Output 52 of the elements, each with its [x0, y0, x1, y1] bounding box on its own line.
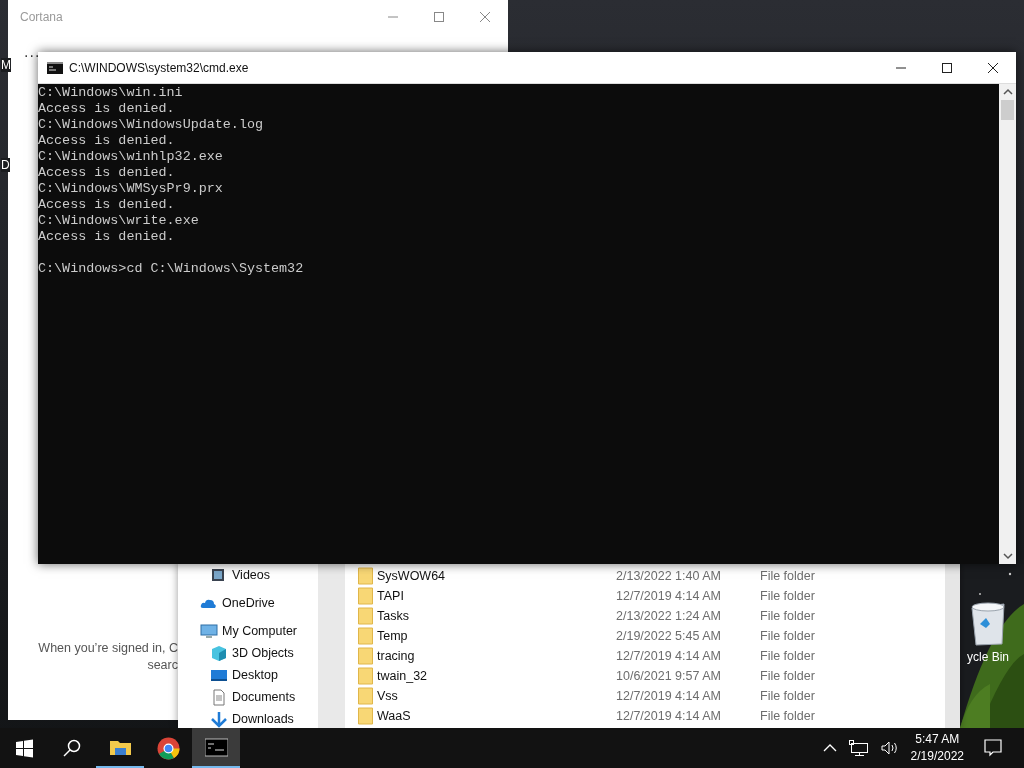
- file-name[interactable]: WaaS: [377, 709, 411, 723]
- console-line[interactable]: C:\Windows>cd C:\Windows\System32: [38, 261, 999, 277]
- window-title: Cortana: [20, 10, 64, 24]
- console-line: Access is denied.: [38, 165, 176, 181]
- console-line: Access is denied.: [38, 229, 176, 245]
- clock-date[interactable]: 2/19/2022: [910, 748, 964, 765]
- file-type: File folder: [760, 709, 815, 723]
- file-name[interactable]: Temp: [377, 629, 408, 643]
- nav-item[interactable]: My Computer: [222, 624, 298, 638]
- more-button[interactable]: ...: [24, 44, 41, 60]
- nav-item[interactable]: OneDrive: [222, 596, 275, 610]
- file-name[interactable]: twain_32: [377, 669, 428, 683]
- nav-item[interactable]: Desktop: [232, 668, 278, 682]
- console-line: C:\Windows\write.exe: [38, 213, 200, 229]
- console-line: Access is denied.: [38, 133, 176, 149]
- file-date: 12/7/2019 4:14 AM: [616, 589, 722, 603]
- file-date: 12/7/2019 4:14 AM: [616, 709, 722, 723]
- file-type: File folder: [760, 649, 815, 663]
- file-date: 12/7/2019 4:14 AM: [616, 649, 722, 663]
- file-name[interactable]: Vss: [377, 689, 398, 703]
- desktop-icon-label[interactable]: M: [1, 58, 11, 72]
- file-date: 10/6/2021 9:57 AM: [616, 669, 722, 683]
- file-name[interactable]: SysWOW64: [377, 569, 446, 583]
- nav-item[interactable]: 3D Objects: [232, 646, 294, 660]
- file-type: File folder: [760, 589, 815, 603]
- file-type: File folder: [760, 669, 815, 683]
- message-text: When you’re signed in, C: [38, 640, 178, 657]
- file-name[interactable]: Tasks: [377, 609, 409, 623]
- console-line: C:\Windows\WindowsUpdate.log: [38, 117, 264, 133]
- message-text: searc: [147, 657, 178, 674]
- file-date: 12/7/2019 4:14 AM: [616, 689, 722, 703]
- console-line: C:\Windows\WMSysPr9.prx: [38, 181, 224, 197]
- console-line: Access is denied.: [38, 197, 176, 213]
- file-name[interactable]: tracing: [377, 649, 415, 663]
- nav-item[interactable]: Videos: [232, 568, 270, 582]
- file-type: File folder: [760, 569, 815, 583]
- file-name[interactable]: TAPI: [377, 589, 404, 603]
- nav-item[interactable]: Documents: [232, 690, 296, 704]
- file-date: 2/13/2022 1:40 AM: [616, 569, 722, 583]
- file-date: 2/13/2022 1:24 AM: [616, 609, 722, 623]
- console-line: C:\Windows\winhlp32.exe: [38, 149, 224, 165]
- nav-item[interactable]: Downloads: [232, 712, 294, 726]
- file-type: File folder: [760, 629, 815, 643]
- file-date: 2/19/2022 5:45 AM: [616, 629, 722, 643]
- desktop-icon-label[interactable]: ycle Bin: [967, 650, 1009, 664]
- file-type: File folder: [760, 609, 815, 623]
- console-line: C:\Windows\win.ini: [38, 85, 184, 101]
- console-line: Access is denied.: [38, 101, 176, 117]
- clock-time[interactable]: 5:47 AM: [915, 731, 960, 748]
- window-title: C:\WINDOWS\system32\cmd.exe: [69, 60, 250, 75]
- file-type: File folder: [760, 689, 815, 703]
- desktop-icon-label[interactable]: D: [1, 158, 10, 172]
